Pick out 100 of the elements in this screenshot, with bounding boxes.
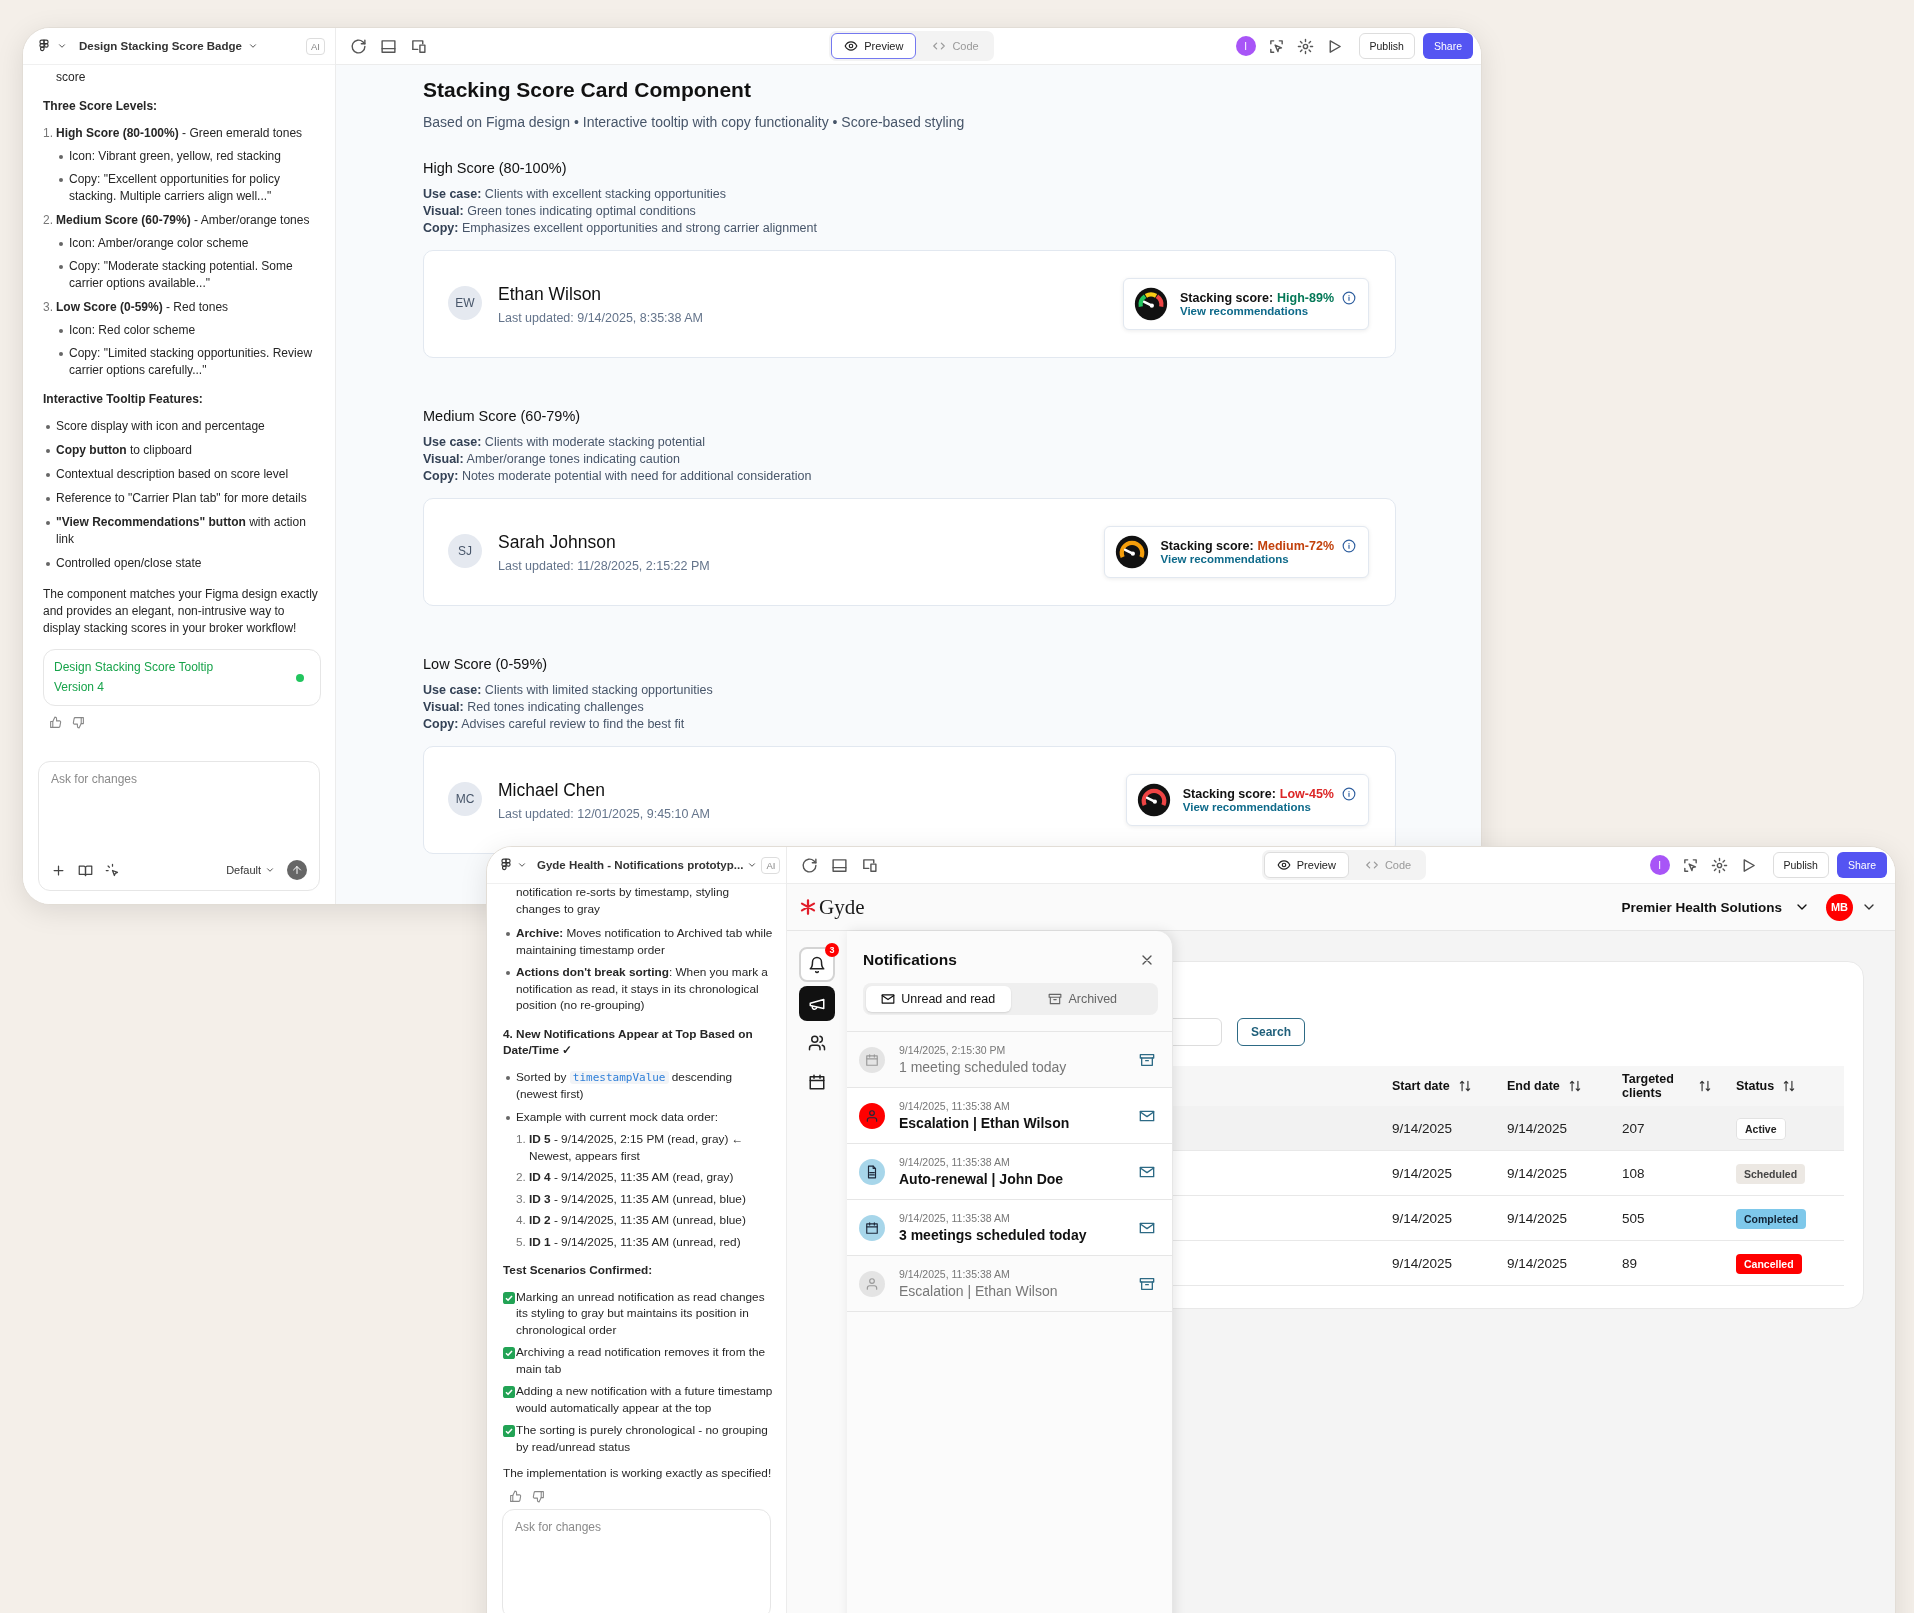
thumbs-up-icon[interactable] bbox=[509, 1489, 522, 1503]
detail-text: Use case: Clients with moderate stacking potential bbox=[423, 434, 707, 451]
cursor-sparkle-icon[interactable] bbox=[105, 862, 120, 878]
panel-icon[interactable] bbox=[831, 856, 848, 874]
bullet-dot bbox=[506, 932, 510, 936]
project-title[interactable]: Design Stacking Score Badge bbox=[79, 40, 242, 52]
bullet-dot bbox=[46, 425, 50, 429]
chat-text: Icon: Vibrant green, yellow, red stacking bbox=[69, 148, 282, 165]
notification-item[interactable]: 9/14/2025, 11:35:38 AM Escalation | Ethan Wilson bbox=[847, 1088, 1172, 1144]
archive-box-icon[interactable] bbox=[1139, 1051, 1155, 1068]
notification-item[interactable]: 9/14/2025, 11:35:38 AM Escalation | Ethan Wilson bbox=[847, 1256, 1172, 1312]
detail-text: Copy: Emphasizes excellent opportunities and strong carrier alignment bbox=[423, 220, 818, 237]
thumbs-up-icon[interactable] bbox=[49, 716, 62, 729]
score-badge[interactable]: Stacking score: Low-45% View recommendations bbox=[1125, 774, 1369, 826]
view-recommendations-link[interactable]: View recommendations bbox=[1179, 305, 1356, 317]
status-badge: Cancelled bbox=[1736, 1253, 1802, 1274]
organization-dropdown[interactable]: Premier Health Solutions bbox=[1621, 899, 1810, 915]
initials-avatar: MC bbox=[448, 781, 482, 816]
notification-title: Auto-renewal | John Doe bbox=[899, 1171, 1065, 1187]
chat-text: Archive: Moves notification to Archived tab while maintaining timestamp order bbox=[516, 925, 774, 958]
info-icon[interactable] bbox=[1342, 291, 1356, 305]
ai-badge[interactable]: AI bbox=[306, 37, 325, 55]
tab[interactable]: Unread and read bbox=[866, 986, 1011, 1012]
plus-icon[interactable] bbox=[51, 862, 66, 878]
publish-button[interactable]: Publish bbox=[1358, 33, 1415, 59]
column-header[interactable]: Targeted clients bbox=[1622, 1072, 1690, 1100]
brand-name[interactable]: Gyde bbox=[819, 894, 865, 920]
devices-icon[interactable] bbox=[861, 856, 878, 874]
view-recommendations-link[interactable]: View recommendations bbox=[1182, 801, 1356, 813]
chat-text: Medium Score (60-79%) - Amber/orange tones bbox=[56, 212, 311, 229]
view-tab[interactable]: Preview bbox=[1263, 852, 1349, 878]
chat-text: Archiving a read notification removes it from the main tab bbox=[516, 1344, 767, 1377]
status-badge: Completed bbox=[1736, 1208, 1807, 1229]
page-title: Stacking Score Card Component bbox=[423, 78, 752, 102]
refresh-icon[interactable] bbox=[801, 856, 818, 874]
logo-icon[interactable] bbox=[37, 39, 51, 53]
score-badge[interactable]: Stacking score: High-89% View recommendations bbox=[1122, 278, 1369, 330]
sort-icon[interactable] bbox=[1457, 1079, 1472, 1093]
chat-text: ID 5 - 9/14/2025, 2:15 PM (read, gray) ← Newest, appears first bbox=[529, 1131, 745, 1164]
settings-icon[interactable] bbox=[1296, 37, 1314, 55]
publish-button[interactable]: Publish bbox=[1772, 852, 1829, 878]
notification-item[interactable]: 9/14/2025, 11:35:38 AM 3 meetings scheduled today bbox=[847, 1200, 1172, 1256]
detail-text: Use case: Clients with excellent stacking opportunities bbox=[423, 186, 727, 203]
select-icon[interactable] bbox=[1267, 37, 1285, 55]
campaigns-button[interactable] bbox=[799, 986, 835, 1021]
gauge-icon bbox=[1133, 287, 1168, 321]
project-title[interactable]: Gyde Health - Notifications prototyp... bbox=[537, 859, 744, 871]
refresh-icon[interactable] bbox=[350, 37, 367, 55]
panel-icon[interactable] bbox=[380, 37, 397, 55]
info-icon[interactable] bbox=[1342, 539, 1356, 553]
bullet-dot bbox=[506, 1115, 510, 1120]
count-badge: 3 bbox=[825, 943, 839, 957]
bullet-dot bbox=[46, 521, 50, 525]
settings-icon[interactable] bbox=[1710, 856, 1728, 874]
ai-badge[interactable]: AI bbox=[761, 856, 781, 874]
column-header[interactable]: End date bbox=[1507, 1079, 1560, 1093]
archive-box-icon[interactable] bbox=[1139, 1275, 1155, 1292]
sort-icon[interactable] bbox=[1698, 1079, 1712, 1093]
chat-text: The sorting is purely chronological - no grouping by read/unread status bbox=[516, 1422, 769, 1455]
share-button[interactable]: Share bbox=[1422, 33, 1473, 59]
tab[interactable]: Archived bbox=[1010, 986, 1155, 1012]
sort-icon[interactable] bbox=[1567, 1079, 1582, 1093]
score-badge[interactable]: Stacking score: Medium-72% View recommendations bbox=[1103, 526, 1369, 578]
share-button[interactable]: Share bbox=[1836, 852, 1887, 878]
chat-heading: Interactive Tooltip Features: bbox=[43, 391, 204, 408]
mode-dropdown[interactable]: Default bbox=[226, 864, 275, 876]
column-header[interactable]: Status bbox=[1736, 1079, 1775, 1093]
column-header[interactable]: Start date bbox=[1392, 1079, 1450, 1093]
notification-title: Escalation | Ethan Wilson bbox=[899, 1283, 1059, 1299]
user-avatar[interactable]: MB bbox=[1826, 893, 1853, 921]
score-value: Low-45% bbox=[1279, 787, 1334, 801]
notification-item[interactable]: 9/14/2025, 11:35:38 AM Auto-renewal | John Doe bbox=[847, 1144, 1172, 1200]
detail-text: Copy: Notes moderate potential with need for additional consideration bbox=[423, 468, 813, 485]
chat-text: ID 4 - 9/14/2025, 11:35 AM (read, gray) bbox=[529, 1169, 735, 1186]
devices-icon[interactable] bbox=[410, 37, 427, 55]
notification-item[interactable]: 9/14/2025, 2:15:30 PM 1 meeting scheduled today bbox=[847, 1032, 1172, 1088]
book-icon[interactable] bbox=[78, 862, 93, 878]
chat-input-box[interactable]: Ask for changes Default bbox=[38, 761, 320, 891]
table-cell: 108 bbox=[1622, 1165, 1645, 1181]
view-recommendations-link[interactable]: View recommendations bbox=[1160, 553, 1356, 565]
chat-heading: 4. New Notifications Appear at Top Based on Date/Time ✓ bbox=[503, 1025, 754, 1059]
view-tab[interactable]: Preview bbox=[831, 33, 917, 59]
thumbs-down-icon[interactable] bbox=[532, 1489, 545, 1503]
search-button[interactable]: Search bbox=[1237, 1018, 1306, 1046]
select-icon[interactable] bbox=[1681, 856, 1699, 874]
logo-icon[interactable] bbox=[499, 858, 513, 872]
table-cell: 207 bbox=[1622, 1120, 1645, 1136]
bullet-dot bbox=[46, 562, 50, 566]
section-heading: High Score (80-100%) bbox=[423, 160, 568, 176]
thumbs-down-icon[interactable] bbox=[72, 716, 85, 729]
score-label: Stacking score: bbox=[1179, 291, 1274, 305]
detail-text: Copy: Advises careful review to find the best fit bbox=[423, 716, 686, 733]
chat-text: Copy: "Limited stacking opportunities. Review carrier options carefully..." bbox=[69, 345, 314, 379]
list-number: 3. bbox=[43, 299, 53, 316]
sort-icon[interactable] bbox=[1782, 1079, 1797, 1093]
user-avatar[interactable]: I bbox=[1649, 855, 1670, 875]
list-number: 2. bbox=[516, 1169, 526, 1186]
send-button[interactable] bbox=[287, 860, 307, 880]
user-avatar[interactable]: I bbox=[1235, 36, 1256, 56]
info-icon[interactable] bbox=[1342, 787, 1356, 801]
